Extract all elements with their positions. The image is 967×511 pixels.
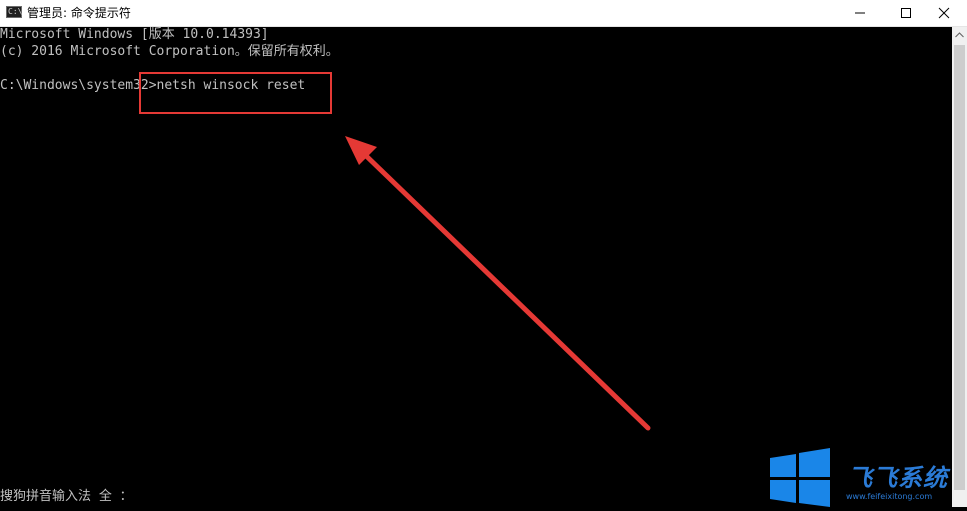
annotation-arrow-icon [345,136,651,431]
windows-logo-icon [770,448,830,507]
watermark-url: www.feifeixitong.com [846,492,933,501]
watermark-text: 飞飞系统 [848,464,948,492]
